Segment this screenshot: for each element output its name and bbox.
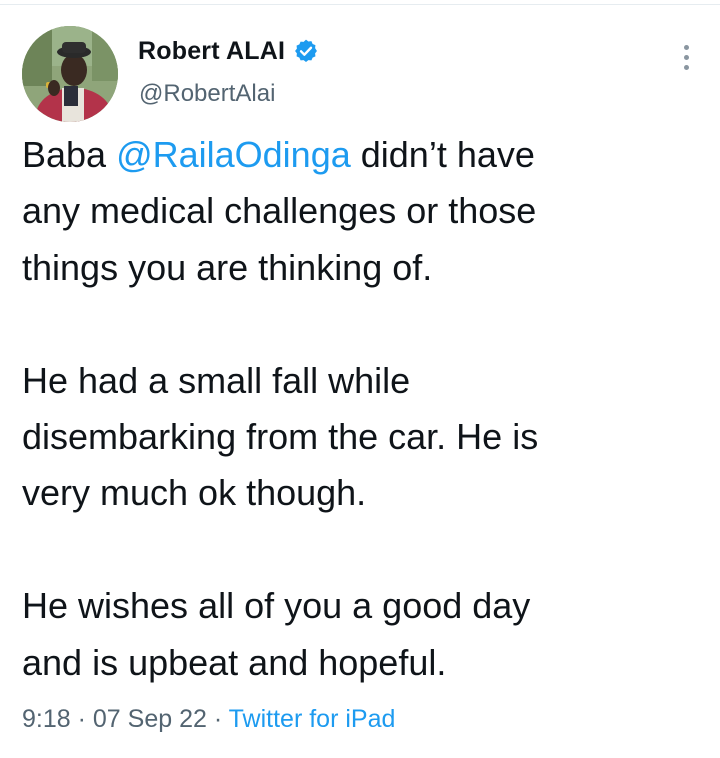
- author-name-row[interactable]: Robert ALAI: [138, 34, 319, 68]
- tweet-text-segment: Baba: [22, 134, 117, 175]
- verified-badge-icon: [293, 38, 319, 64]
- meta-separator: ·: [206, 705, 229, 733]
- more-options-icon-dot: [683, 54, 689, 60]
- tweet-line: and is upbeat and hopeful.: [22, 641, 447, 683]
- tweet-line: any medical challenges or those: [22, 190, 537, 232]
- avatar-photo: [22, 26, 118, 122]
- tweet-line: disembarking from the car. He is: [22, 416, 539, 458]
- avatar[interactable]: [22, 26, 118, 122]
- tweet-time[interactable]: 9:18: [22, 705, 71, 733]
- more-options-icon-dot: [683, 64, 689, 70]
- tweet-line: He had a small fall while: [22, 359, 411, 401]
- tweet-text-segment: didn’t have: [350, 134, 535, 175]
- tweet-meta: 9:18 · 07 Sep 22 · Twitter for iPad: [22, 705, 395, 734]
- tweet-source-link[interactable]: Twitter for iPad: [229, 705, 396, 733]
- more-options-button[interactable]: [672, 40, 700, 74]
- top-divider: [0, 4, 720, 5]
- author-name[interactable]: Robert ALAI: [138, 37, 285, 66]
- tweet-line: Baba @RailaOdinga didn’t have: [22, 127, 702, 183]
- tweet-date[interactable]: 07 Sep 22: [93, 705, 207, 733]
- tweet-line: things you are thinking of.: [22, 246, 433, 288]
- meta-separator: ·: [70, 705, 93, 733]
- tweet-line: He wishes all of you a good day: [22, 585, 531, 627]
- more-options-icon: [683, 44, 689, 50]
- mention-link[interactable]: @RailaOdinga: [116, 134, 351, 175]
- tweet-line: very much ok though.: [22, 472, 367, 514]
- tweet-text: Baba @RailaOdinga didn’t have any medica…: [22, 127, 702, 691]
- author-handle[interactable]: @RobertAlai: [139, 80, 275, 108]
